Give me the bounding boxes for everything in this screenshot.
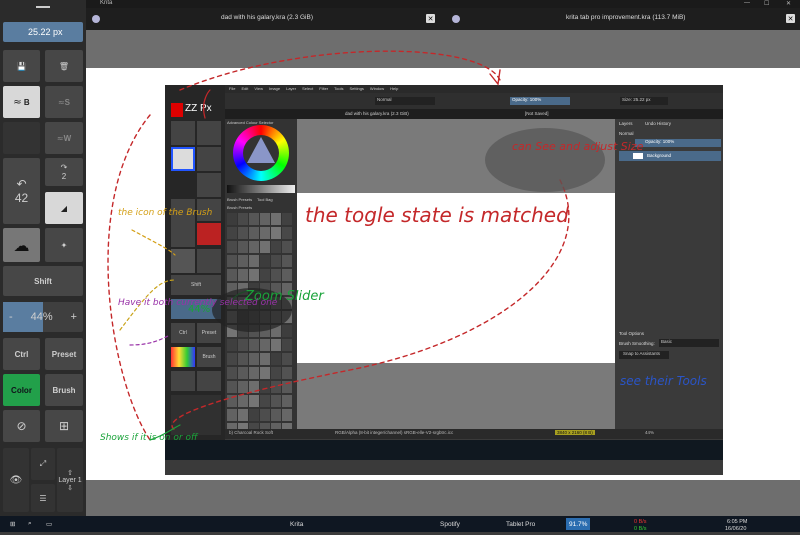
arrowhead: [489, 69, 501, 86]
arrow-path-purple: [129, 334, 171, 346]
search-icon[interactable]: ⌕: [28, 518, 32, 530]
annotation-icon-brush: the icon of the Brush: [118, 208, 213, 218]
arrow-path-left: [107, 114, 151, 441]
annotation-shows-on-off: Shows if it is on or off: [100, 433, 199, 443]
windows-taskbar: ⊞ ⌕ ▭ Krita Spotify Tablet Pro 91.7% 0 B…: [0, 516, 800, 532]
annotation-layer: the togle state is matched can See and a…: [100, 50, 707, 443]
taskbar-app-spotify[interactable]: Spotify: [440, 518, 460, 530]
scribble-shadow: [485, 128, 605, 192]
annotation-have-both: Have it both currently selected one: [118, 298, 278, 308]
annotation-can-see-size: can See and adjust Size: [512, 140, 644, 153]
clock-date: 16/06/20: [725, 526, 747, 532]
arrow-path: [203, 89, 211, 119]
net-down: 0 B/s: [634, 526, 647, 532]
annotation-see-tools: see their Tools: [620, 374, 707, 388]
battery-indicator: 91.7%: [566, 518, 591, 530]
taskbar-app-krita[interactable]: Krita: [290, 518, 303, 530]
arrow-path-size: [179, 50, 501, 91]
taskbar-app-tablet-pro[interactable]: Tablet Pro: [506, 518, 535, 530]
task-view-icon[interactable]: ▭: [46, 518, 52, 530]
start-icon[interactable]: ⊞: [10, 518, 15, 530]
arrow-path-icon: [131, 229, 176, 256]
annotation-toggle-state: the togle state is matched: [305, 203, 569, 227]
